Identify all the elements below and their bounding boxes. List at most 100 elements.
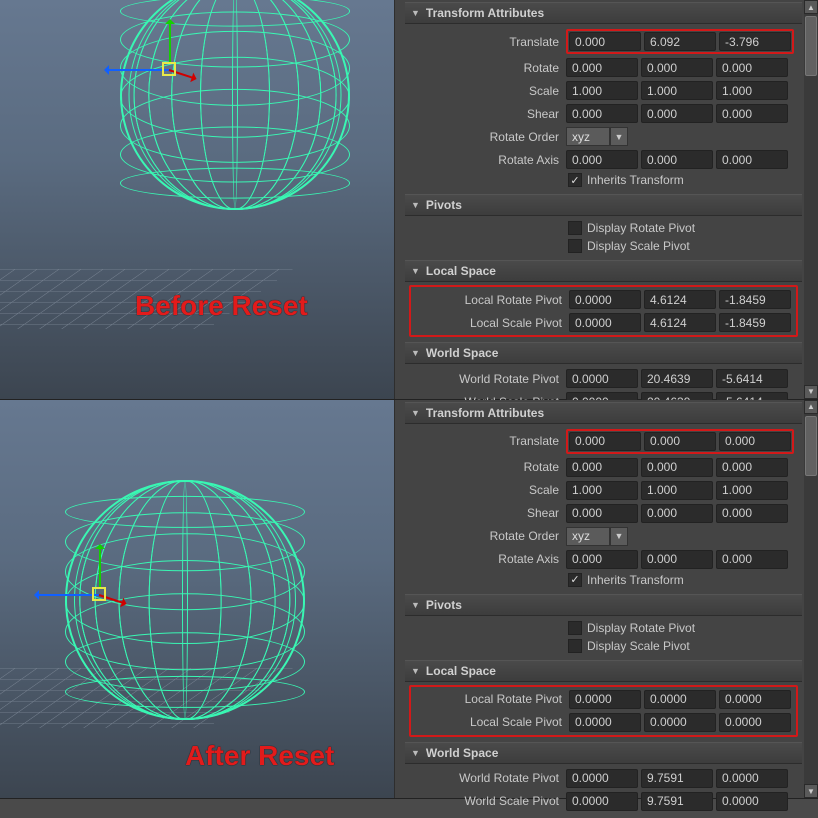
local-rotate-pivot-y-field[interactable] <box>644 290 716 309</box>
section-transform[interactable]: ▼Transform Attributes <box>405 402 802 424</box>
world-rotate-pivot-z-field[interactable] <box>716 369 788 388</box>
annotation-after: After Reset <box>185 740 334 772</box>
rotate-y-field[interactable] <box>641 458 713 477</box>
scroll-thumb[interactable] <box>805 16 817 76</box>
display-scale-pivot-label: Display Scale Pivot <box>587 639 690 653</box>
collapse-icon: ▼ <box>411 600 420 610</box>
rotate-axis-x-field[interactable] <box>566 150 638 169</box>
display-rotate-pivot-checkbox[interactable] <box>568 621 582 635</box>
scale-y-field[interactable] <box>641 81 713 100</box>
rotate-x-field[interactable] <box>566 458 638 477</box>
scroll-thumb[interactable] <box>805 416 817 476</box>
local-rotate-pivot-z-field[interactable] <box>719 690 791 709</box>
attribute-panel: ▼Transform AttributesTranslateRotateScal… <box>394 400 804 799</box>
local-scale-pivot-x-field[interactable] <box>569 713 641 732</box>
world-rotate-pivot-y-field[interactable] <box>641 769 713 788</box>
viewport[interactable]: After Reset <box>0 400 394 799</box>
world-rotate-pivot-x-field[interactable] <box>566 769 638 788</box>
section-world-space[interactable]: ▼World Space <box>405 742 802 764</box>
world-scale-pivot-y-field[interactable] <box>641 792 713 811</box>
local-rotate-pivot-z-field[interactable] <box>719 290 791 309</box>
local-scale-pivot-y-field[interactable] <box>644 713 716 732</box>
rotate-order-label: Rotate Order <box>413 130 563 144</box>
scroll-up-icon[interactable]: ▲ <box>804 400 818 414</box>
scroll-down-icon[interactable]: ▼ <box>804 385 818 399</box>
collapse-icon: ▼ <box>411 408 420 418</box>
scale-x-field[interactable] <box>566 81 638 100</box>
scale-z-field[interactable] <box>716 81 788 100</box>
rotate-y-field[interactable] <box>641 58 713 77</box>
translate-label: Translate <box>413 35 563 49</box>
shear-x-field[interactable] <box>566 104 638 123</box>
rotate-axis-y-field[interactable] <box>641 150 713 169</box>
rotate-z-field[interactable] <box>716 58 788 77</box>
shear-z-field[interactable] <box>716 504 788 523</box>
display-rotate-pivot-checkbox[interactable] <box>568 221 582 235</box>
local-rotate-pivot-x-field[interactable] <box>569 690 641 709</box>
translate-y-field[interactable] <box>644 432 716 451</box>
local-scale-pivot-z-field[interactable] <box>719 713 791 732</box>
scale-y-field[interactable] <box>641 481 713 500</box>
section-pivots[interactable]: ▼Pivots <box>405 194 802 216</box>
annotation-before: Before Reset <box>135 290 308 322</box>
move-manipulator[interactable] <box>60 555 140 635</box>
collapse-icon: ▼ <box>411 666 420 676</box>
world-rotate-pivot-z-field[interactable] <box>716 769 788 788</box>
rotate-order-select[interactable]: xyz <box>566 527 610 546</box>
local-scale-pivot-label: Local Scale Pivot <box>416 715 566 729</box>
rotate-axis-z-field[interactable] <box>716 150 788 169</box>
inherits-transform-checkbox[interactable]: ✓ <box>568 573 582 587</box>
rotate-axis-z-field[interactable] <box>716 550 788 569</box>
move-manipulator[interactable] <box>130 30 210 110</box>
shear-x-field[interactable] <box>566 504 638 523</box>
rotate-order-select[interactable]: xyz <box>566 127 610 146</box>
local-rotate-pivot-label: Local Rotate Pivot <box>416 293 566 307</box>
local-rotate-pivot-x-field[interactable] <box>569 290 641 309</box>
scale-label: Scale <box>413 483 563 497</box>
rotate-z-field[interactable] <box>716 458 788 477</box>
shear-label: Shear <box>413 107 563 121</box>
local-scale-pivot-z-field[interactable] <box>719 313 791 332</box>
scroll-up-icon[interactable]: ▲ <box>804 0 818 14</box>
attribute-panel: ▼Transform Attributes Translate Rotate Scal… <box>394 0 804 399</box>
scale-x-field[interactable] <box>566 481 638 500</box>
translate-y-field[interactable] <box>644 32 716 51</box>
world-scale-pivot-z-field[interactable] <box>716 792 788 811</box>
viewport[interactable]: Before Reset <box>0 0 394 399</box>
rotate-label: Rotate <box>413 61 563 75</box>
world-rotate-pivot-x-field[interactable] <box>566 369 638 388</box>
scroll-down-icon[interactable]: ▼ <box>804 784 818 798</box>
shear-y-field[interactable] <box>641 504 713 523</box>
section-local-space[interactable]: ▼Local Space <box>405 260 802 282</box>
local-scale-pivot-x-field[interactable] <box>569 313 641 332</box>
display-scale-pivot-checkbox[interactable] <box>568 639 582 653</box>
translate-z-field[interactable] <box>719 432 791 451</box>
display-scale-pivot-checkbox[interactable] <box>568 239 582 253</box>
rotate-axis-y-field[interactable] <box>641 550 713 569</box>
rotate-axis-label: Rotate Axis <box>413 153 563 167</box>
scale-z-field[interactable] <box>716 481 788 500</box>
section-world-space[interactable]: ▼World Space <box>405 342 802 364</box>
section-transform[interactable]: ▼Transform Attributes <box>405 2 802 24</box>
rotate-axis-x-field[interactable] <box>566 550 638 569</box>
dropdown-icon[interactable]: ▼ <box>610 127 628 146</box>
scrollbar[interactable]: ▲▼ <box>804 0 818 399</box>
translate-z-field[interactable] <box>719 32 791 51</box>
section-local-space[interactable]: ▼Local Space <box>405 660 802 682</box>
local-rotate-pivot-label: Local Rotate Pivot <box>416 692 566 706</box>
shear-y-field[interactable] <box>641 104 713 123</box>
scrollbar[interactable]: ▲▼ <box>804 400 818 799</box>
shear-z-field[interactable] <box>716 104 788 123</box>
world-scale-pivot-x-field[interactable] <box>566 792 638 811</box>
local-scale-pivot-y-field[interactable] <box>644 313 716 332</box>
translate-x-field[interactable] <box>569 32 641 51</box>
scale-label: Scale <box>413 84 563 98</box>
dropdown-icon[interactable]: ▼ <box>610 527 628 546</box>
local-rotate-pivot-y-field[interactable] <box>644 690 716 709</box>
translate-x-field[interactable] <box>569 432 641 451</box>
display-rotate-pivot-label: Display Rotate Pivot <box>587 221 695 235</box>
world-rotate-pivot-y-field[interactable] <box>641 369 713 388</box>
inherits-transform-checkbox[interactable]: ✓ <box>568 173 582 187</box>
rotate-x-field[interactable] <box>566 58 638 77</box>
section-pivots[interactable]: ▼Pivots <box>405 594 802 616</box>
